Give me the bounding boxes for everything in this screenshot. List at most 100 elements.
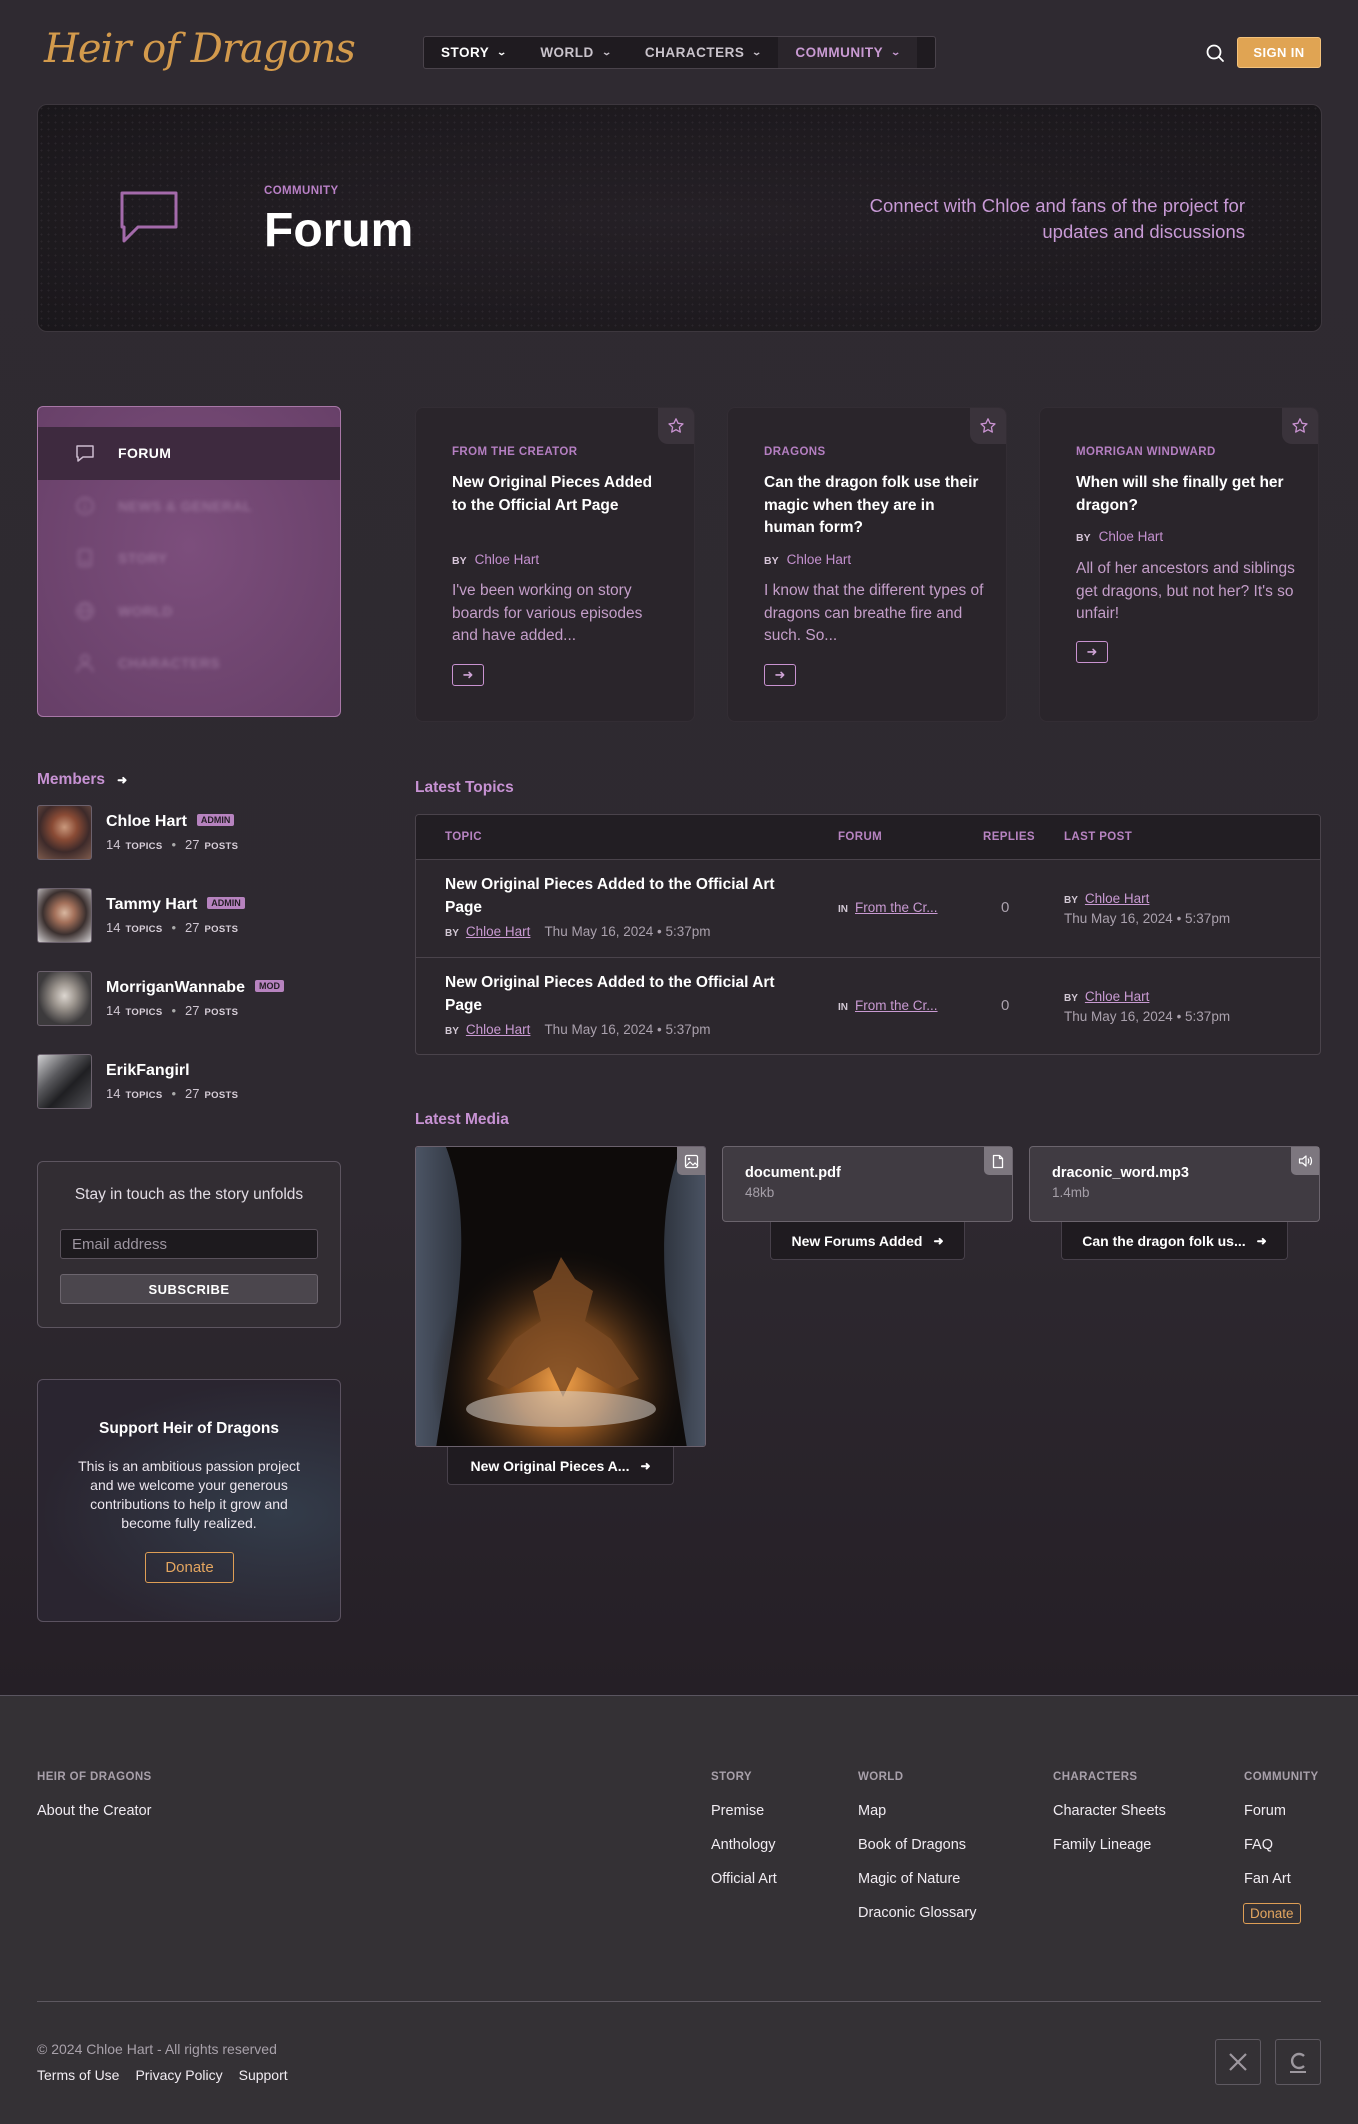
email-field[interactable]: Email address: [60, 1229, 318, 1259]
media-caption-link[interactable]: New Original Pieces A... ➜: [447, 1447, 674, 1485]
topic-meta: BY Chloe Hart Thu May 16, 2024 • 5:37pm: [445, 924, 711, 939]
forum-link[interactable]: From the Cr...: [855, 998, 938, 1013]
card-excerpt: All of her ancestors and siblings get dr…: [1076, 560, 1295, 622]
nav-label: STORY: [441, 45, 490, 60]
arrow-right-icon[interactable]: ➜: [452, 664, 484, 686]
nav-story[interactable]: STORY ⌄: [424, 37, 523, 68]
footer-link[interactable]: Magic of Nature: [858, 1871, 960, 1887]
arrow-right-icon[interactable]: ➜: [764, 664, 796, 686]
member-item[interactable]: MorriganWannabe MOD 14 TOPICS • 27 POSTS: [37, 971, 347, 1027]
media-file-card[interactable]: document.pdf 48kb: [722, 1146, 1013, 1222]
topic-title[interactable]: New Original Pieces Added to the Officia…: [445, 874, 815, 919]
chevron-down-icon: ⌄: [496, 47, 508, 57]
author-link[interactable]: Chloe Hart: [1085, 989, 1150, 1004]
page-title: Forum: [264, 204, 414, 257]
avatar[interactable]: [37, 971, 92, 1026]
member-name[interactable]: Chloe Hart: [106, 813, 187, 830]
avatar[interactable]: [37, 888, 92, 943]
site-logo[interactable]: Heir of Dragons: [44, 26, 356, 72]
member-item[interactable]: Chloe Hart ADMIN 14 TOPICS • 27 POSTS: [37, 805, 347, 861]
featured-topic-card[interactable]: DRAGONS Can the dragon folk use their ma…: [727, 407, 1007, 722]
member-stats: 14 TOPICS • 27 POSTS: [106, 920, 239, 935]
site-footer: [0, 1695, 1358, 2124]
footer-link[interactable]: Official Art: [711, 1871, 777, 1887]
support-box: Support Heir of Dragons This is an ambit…: [37, 1379, 341, 1622]
media-image[interactable]: [415, 1146, 706, 1447]
arrow-right-icon: ➜: [1256, 1233, 1267, 1248]
author-link[interactable]: Chloe Hart: [466, 1022, 531, 1037]
file-icon: [984, 1147, 1012, 1175]
globe-icon: [76, 602, 94, 620]
sidebar-item-label: CHARACTERS: [118, 655, 220, 672]
topic-title[interactable]: New Original Pieces Added to the Officia…: [445, 972, 815, 1017]
footer-divider: [37, 2001, 1321, 2002]
footer-link[interactable]: Family Lineage: [1053, 1837, 1151, 1853]
star-icon[interactable]: [970, 408, 1006, 444]
avatar[interactable]: [37, 1054, 92, 1109]
member-name[interactable]: Tammy Hart: [106, 896, 197, 913]
card-excerpt: I've been working on story boards for va…: [452, 582, 643, 644]
nav-world[interactable]: WORLD ⌄: [523, 37, 628, 68]
featured-topic-card[interactable]: FROM THE CREATOR New Original Pieces Add…: [415, 407, 695, 722]
x-icon[interactable]: [1215, 2039, 1261, 2085]
author-link[interactable]: Chloe Hart: [1085, 891, 1150, 906]
c-icon[interactable]: [1275, 2039, 1321, 2085]
sidebar-item-news[interactable]: NEWS & GENERAL: [38, 480, 340, 533]
media-file-card[interactable]: draconic_word.mp3 1.4mb: [1029, 1146, 1320, 1222]
footer-link[interactable]: Premise: [711, 1803, 764, 1819]
card-author: BY Chloe Hart: [764, 552, 852, 567]
sidebar-item-label: FORUM: [118, 445, 172, 462]
table-row[interactable]: New Original Pieces Added to the Officia…: [416, 958, 1320, 1054]
footer-link[interactable]: About the Creator: [37, 1803, 151, 1819]
search-icon[interactable]: [1202, 40, 1228, 66]
sidebar-item-characters[interactable]: CHARACTERS: [38, 637, 340, 690]
star-icon[interactable]: [1282, 408, 1318, 444]
avatar[interactable]: [37, 805, 92, 860]
media-caption-link[interactable]: New Forums Added ➜: [770, 1222, 965, 1260]
members-heading[interactable]: Members ➜: [37, 771, 127, 789]
member-item[interactable]: ErikFangirl 14 TOPICS • 27 POSTS: [37, 1054, 347, 1110]
card-excerpt: I know that the different types of drago…: [764, 582, 984, 644]
sidebar-item-story[interactable]: STORY: [38, 532, 340, 585]
card-category: DRAGONS: [764, 446, 826, 458]
table-row[interactable]: New Original Pieces Added to the Officia…: [416, 860, 1320, 958]
star-icon[interactable]: [658, 408, 694, 444]
newsletter-heading: Stay in touch as the story unfolds: [74, 1186, 304, 1203]
subscribe-button[interactable]: SUBSCRIBE: [60, 1274, 318, 1304]
column-header: TOPIC: [445, 831, 482, 843]
footer-link[interactable]: Map: [858, 1803, 886, 1819]
card-title[interactable]: New Original Pieces Added to the Officia…: [452, 472, 667, 517]
footer-link[interactable]: Fan Art: [1244, 1871, 1291, 1887]
latest-topics-heading: Latest Topics: [415, 779, 514, 796]
card-title[interactable]: Can the dragon folk use their magic when…: [764, 472, 979, 540]
footer-link[interactable]: FAQ: [1244, 1837, 1273, 1853]
member-name[interactable]: ErikFangirl: [106, 1062, 190, 1079]
sidebar-item-world[interactable]: WORLD: [38, 585, 340, 638]
reply-count: 0: [1001, 997, 1010, 1014]
nav-characters[interactable]: CHARACTERS ⌄: [628, 37, 779, 68]
author-link[interactable]: Chloe Hart: [466, 924, 531, 939]
media-caption-link[interactable]: Can the dragon folk us... ➜: [1061, 1222, 1288, 1260]
footer-donate-button[interactable]: Donate: [1243, 1903, 1301, 1924]
footer-link[interactable]: Draconic Glossary: [858, 1905, 976, 1921]
support-link[interactable]: Support: [239, 2067, 288, 2083]
member-name[interactable]: MorriganWannabe: [106, 979, 245, 996]
privacy-link[interactable]: Privacy Policy: [135, 2067, 222, 2083]
footer-link[interactable]: Character Sheets: [1053, 1803, 1166, 1819]
footer-link[interactable]: Forum: [1244, 1803, 1286, 1819]
nav-community[interactable]: COMMUNITY ⌄: [778, 37, 918, 68]
footer-link[interactable]: Anthology: [711, 1837, 776, 1853]
forum-link[interactable]: From the Cr...: [855, 900, 938, 915]
featured-topic-card[interactable]: MORRIGAN WINDWARD When will she finally …: [1039, 407, 1319, 722]
arrow-right-icon[interactable]: ➜: [1076, 641, 1108, 663]
terms-link[interactable]: Terms of Use: [37, 2067, 119, 2083]
member-item[interactable]: Tammy Hart ADMIN 14 TOPICS • 27 POSTS: [37, 888, 347, 944]
footer-link[interactable]: Book of Dragons: [858, 1837, 966, 1853]
card-title[interactable]: When will she finally get her dragon?: [1076, 472, 1291, 517]
sidebar-item-forum[interactable]: FORUM: [38, 427, 340, 480]
donate-button[interactable]: Donate: [145, 1552, 234, 1583]
column-header: REPLIES: [983, 831, 1036, 843]
last-post: BY Chloe Hart Thu May 16, 2024 • 5:37pm: [1064, 891, 1231, 926]
sign-in-button[interactable]: SIGN IN: [1237, 37, 1321, 68]
chevron-down-icon: ⌄: [751, 47, 764, 57]
